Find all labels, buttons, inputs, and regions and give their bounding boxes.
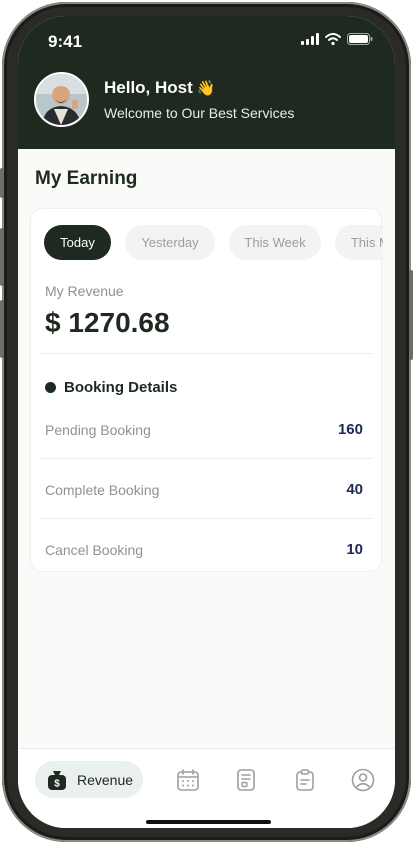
- greeting-title: Hello, Host 👋: [104, 78, 215, 98]
- status-icons: [301, 33, 373, 45]
- booking-row-complete: Complete Booking 40: [45, 481, 363, 498]
- svg-text:$: $: [54, 778, 60, 789]
- booking-row-label: Complete Booking: [45, 481, 160, 498]
- booking-row-value: 160: [337, 421, 363, 438]
- page-title: My Earning: [35, 168, 138, 189]
- silent-switch: [0, 168, 4, 198]
- divider: [40, 458, 373, 459]
- booking-row-cancel: Cancel Booking 10: [45, 541, 363, 558]
- greeting-text: Hello, Host: [104, 78, 193, 97]
- battery-icon: [347, 33, 373, 45]
- header: 9:41 Hello, Host 👋 Welcome to Our Best S…: [18, 16, 395, 149]
- power-button: [409, 270, 413, 360]
- app-screen: 9:41 Hello, Host 👋 Welcome to Our Best S…: [18, 16, 395, 828]
- booking-row-label: Cancel Booking: [45, 541, 144, 558]
- revenue-value: $ 1270.68: [45, 307, 170, 338]
- waving-hand-icon: 👋: [196, 80, 216, 97]
- booking-row-label: Pending Booking: [45, 421, 151, 438]
- booking-row-value: 10: [346, 541, 363, 558]
- tab-this-month[interactable]: This Month: [335, 225, 383, 260]
- revenue-label: My Revenue: [45, 283, 124, 299]
- booking-details-title: Booking Details: [64, 379, 178, 396]
- tab-yesterday[interactable]: Yesterday: [125, 225, 215, 260]
- document-icon[interactable]: [234, 768, 258, 792]
- home-indicator: [146, 820, 271, 824]
- volume-up-button: [0, 228, 4, 286]
- status-time: 9:41: [48, 32, 83, 51]
- booking-row-value: 40: [346, 481, 363, 498]
- user-avatar-photo: [36, 74, 87, 125]
- calendar-icon[interactable]: [176, 768, 200, 792]
- nav-item-revenue[interactable]: $ Revenue: [35, 761, 143, 798]
- signal-icon: [301, 33, 319, 45]
- avatar[interactable]: [34, 72, 89, 127]
- booking-row-pending: Pending Booking 160: [45, 421, 363, 438]
- divider: [40, 518, 373, 519]
- welcome-subtitle: Welcome to Our Best Services: [104, 105, 295, 121]
- bullet-dot-icon: [45, 382, 56, 393]
- booking-details-heading: Booking Details: [45, 379, 177, 396]
- divider: [40, 353, 373, 354]
- earning-card: Today Yesterday This Week This Month My …: [30, 208, 383, 572]
- volume-down-button: [0, 300, 4, 358]
- revenue-bag-icon: $: [48, 770, 66, 790]
- nav-item-label: Revenue: [77, 771, 134, 788]
- bottom-nav: $ Revenue: [18, 748, 395, 828]
- clipboard-icon[interactable]: [293, 768, 317, 792]
- wifi-icon: [325, 33, 341, 45]
- tab-today[interactable]: Today: [44, 225, 111, 260]
- period-filter-tabs: Today Yesterday This Week This Month: [44, 225, 383, 261]
- tab-this-week[interactable]: This Week: [229, 225, 321, 260]
- profile-icon[interactable]: [351, 768, 375, 792]
